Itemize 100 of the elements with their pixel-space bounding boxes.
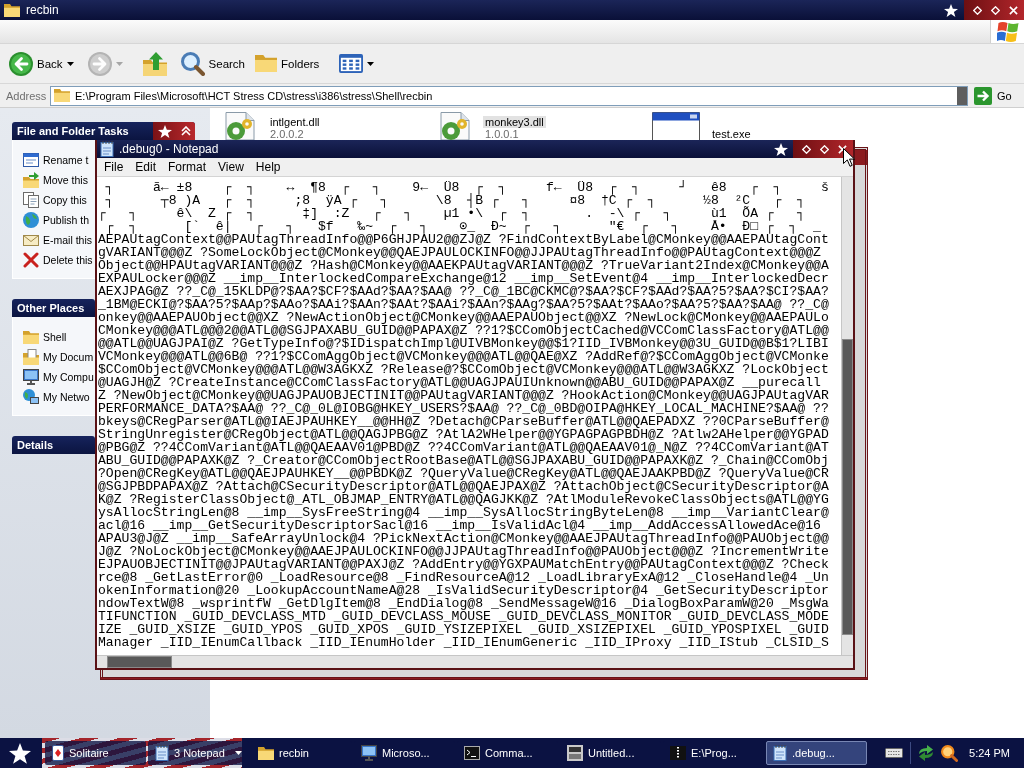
window-icon[interactable] [652, 112, 700, 140]
globe-icon [23, 212, 39, 228]
close-icon [1008, 5, 1018, 15]
window-title: .debug0 - Notepad [119, 142, 220, 156]
file-name[interactable]: test.exe [710, 128, 753, 140]
text-line: VCMonkey@@@ATL@@6B@ ??1?$CComAggObject@VCMonkey@@@ATL@@QAE@XZ ?AddRef@?$CComAggObject@VCMonke [98, 350, 829, 363]
text-line: Z ?NewObject@CMonkey@@UAGJPAUOBJECTINIT@@PAUtagVARIANT@@@Z ?HookAction@CMonkey@@UAGJPAUtagVAR [98, 389, 829, 402]
text-line: Manager _IID_IEnumCallback _IID_IEnumHolder _IID_IEnumGeneric _IID_IProxy _IID_IStub _CLSID_S [98, 636, 829, 649]
scrollbar-thumb[interactable] [842, 338, 853, 636]
notepad-icon [100, 141, 114, 157]
search-button[interactable]: Search [177, 46, 248, 81]
console-icon [464, 746, 480, 760]
text-line: ndowTextW@8 _wsprintfW _GetDlgItem@8 _EndDialog@8 _SendMessageW@16 _DialogBoxParamW@20 _MsgWa [98, 597, 829, 610]
flag-logo-icon [996, 20, 1019, 43]
notepad-icon [155, 745, 169, 761]
task-link[interactable]: Shell [23, 327, 67, 347]
gear-file-icon[interactable] [222, 112, 258, 140]
document-folder-icon [23, 349, 39, 365]
menu-item[interactable]: Edit [129, 158, 163, 176]
task-link[interactable]: My Netwo [23, 387, 90, 407]
caret-icon [367, 61, 375, 66]
text-line: gVARIANT@@@Z ?SomeLockObject@CMonkey@@QAEJPAULOCKINFO@@JJPAUtagThreadInfo@@PAUtagContext@@@Z [98, 246, 821, 259]
caret-icon [115, 61, 123, 66]
folder-icon [258, 746, 274, 760]
menu-item[interactable]: Help [249, 158, 287, 176]
text-line: @@ATL@@UAGJPAI@Z ?GetTypeInfo@?$IDispatchImpl@UIVBMonkey@@$1?IID_IVBMonkey@@3U_GUID@@B$1?LIBI [98, 337, 829, 350]
menu-item[interactable]: Format [162, 158, 213, 176]
search-icon [180, 51, 205, 76]
task-pane-header[interactable]: Other Places [12, 299, 95, 317]
task-pane-header[interactable]: Details [12, 436, 95, 454]
grid-view-icon [339, 54, 364, 73]
task-link[interactable]: Rename t [23, 150, 89, 170]
task-pane-title: Other Places [17, 302, 85, 314]
file-version: 1.0.0.1 [484, 128, 520, 140]
text-line: acl@16 __imp__GetSecurityDescriptorSacl@16 __imp__IsValidAcl@4 __imp__AddAccessAllowedAce@16 [98, 519, 821, 532]
back-button[interactable]: Back [6, 46, 77, 81]
folder-arrow-icon [23, 172, 39, 188]
taskbar-button[interactable]: Solitaire [45, 741, 146, 765]
scrollbar-thumb[interactable] [107, 656, 172, 668]
text-line: EJPAUOBJECTINIT@@JPAUtagVARIANT@@PAXJ@Z ?AddEntry@@YGXPAUMatchEntry@@PAUtagContext@@@Z ?Check [98, 558, 829, 571]
text-line: APAU3@J@Z __imp__SafeArrayUnlock@4 ?PickNextAction@CMonkey@@AAEJPAUtagThreadInfo@@PAUObject@@ [98, 532, 829, 545]
clock: 5:24 PM [969, 747, 1010, 759]
text-line: $CComObject@VCMonkey@@@ATL@@W3AGKXZ ?Release@?$CComObject@VCMonkey@@@ATL@@W3AGKXZ ?LockObject [98, 363, 829, 376]
monitor-icon [23, 369, 39, 385]
task-link[interactable]: My Docum [23, 347, 94, 367]
taskbar-button[interactable]: .debug... [766, 741, 867, 765]
magnifier-icon [941, 744, 959, 762]
go-button[interactable]: Go [972, 85, 1018, 106]
text-line: TIFUNCTION _GUID_DEVCLASS_MTD _GUID_DEVCLASS_MOUSE _GUID_DEVCLASS_MONITOR _GUID_DEVCLASS_MODE [98, 610, 829, 623]
gear-file-icon[interactable] [437, 112, 473, 140]
folders-button[interactable]: Folders [252, 46, 323, 81]
text-line: ┌ ┐ [` ê| ┌ ┐ $f ‰~ ┌ ┐ ⊙_ Ð~ ┌ ┐ "€ ┌ ┐ Å• Ð□ ┌ ┐ _ [105, 220, 821, 233]
caret-icon [235, 751, 242, 755]
arrows-icon [918, 745, 935, 761]
text-line: ?Open@CRegKey@ATL@@QAEJPAUHKEY__@@PBDK@Z ?QueryValue@CRegKey@ATL@@QAEJAAKPBD@Z ?QueryValue@CR [98, 467, 829, 480]
text-line: AEXJPAG@Z ??_C@_15KLDP@?$AA?$CF?$AAd?$AA?$AA@ ??_C@_1BC@CKMC@?$AA?$CF?$AAd?$AA?5?$AA?$CI?$AA? [98, 285, 829, 298]
task-link[interactable]: Move this [23, 170, 88, 190]
task-pane-header[interactable]: File and Folder Tasks [12, 122, 195, 140]
task-link[interactable]: Copy this [23, 190, 87, 210]
text-line: ┐ ã← ±8 ┌ ┐ ↔ ¶8 ┌ ┐ 9← Ü8 ┌ ┐ f← Ü8 ┌ ┐ ┘ ê8 ┌ ┐ š [104, 181, 829, 194]
horizontal-scrollbar[interactable] [97, 655, 853, 668]
archive-icon [670, 746, 686, 760]
text-line: K@Z ?RegisterClassObject@_ATL_OBJMAP_ENTRY@ATL@@QAGJKK@Z ?AtlModuleRevokeClassObjects@ATL@@YG [98, 493, 829, 506]
text-line: _1BM@ECKI@?$AA?5?$AAp?$AAo?$AAi?$AAn?$AAt?$AAi?$AAn?$AAg?$AA?5?$AAt?$AAo?$AA?5?$AA?$AA@ ??_C@ [98, 298, 829, 311]
folder-icon [54, 89, 70, 102]
menu-item[interactable]: View [212, 158, 250, 176]
text-line: @PBG@Z ??4CComVariant@ATL@@QAEAAV01@PBD@Z ??4CComVariant@ATL@@QAEAAV01@_N@Z ??4CComVariant@AT [98, 441, 829, 454]
task-pane-title: File and Folder Tasks [17, 125, 129, 137]
task-link[interactable]: My Compu [23, 367, 94, 387]
address-label: Address [6, 89, 46, 102]
right-arrow-icon [974, 86, 992, 105]
app-icon [567, 745, 583, 761]
playing-card-icon [52, 745, 64, 761]
vertical-scrollbar[interactable] [841, 177, 853, 655]
text-line: ┌ ┐ ê\ Z ┌ ┐ ‡] :Z ┌ ┐ µ1 •\ ┌ ┐ . -\ ┌ ┐ ù1 ÕA ┌ ┐ [98, 207, 806, 220]
file-name[interactable]: intlgent.dll [268, 116, 322, 128]
star-icon [157, 124, 172, 138]
task-link[interactable]: Delete this [23, 250, 93, 270]
menu-item[interactable]: File [98, 158, 130, 176]
text-line: Object@@HPAUtagVARIANT@@@Z ?Hash@CMonkey@@AAEKPAUtagVARIANT@@@Z ?TrueVariant2Index@CMonkey@@A [98, 259, 829, 272]
text-line: EXPAULocker@@@Z __imp__InterlockedCompareExchange@12 __imp__SetEvent@4 __imp__InterlockedDecr [98, 272, 829, 285]
folder-icon [4, 3, 20, 17]
text-line: PERFORMANCE_DATA?$AA@ ??_C@_0L@IOBG@HKEY_USERS?$AA@ ??_C@_0BD@OIPA@HKEY_LOCAL_MACHINE?$AA@ ?? [98, 402, 829, 415]
text-line: onkey@@AAEPAUObject@@XZ ?NewActionObject@CMonkey@@AAEPAUObject@@XZ ?NewLock@CMonkey@@AAEPAULo [98, 311, 829, 324]
star-icon [774, 142, 788, 156]
file-name[interactable]: monkey3.dll [483, 116, 546, 128]
task-link[interactable]: E-mail this [23, 230, 92, 250]
text-line: ABU_GUID@@PAPAXK@Z ?_Creator@CComObjectRootBase@ATL@@SGJPAXABU_GUID@@PAPAXK@Z ?_Chain@CComObj [98, 454, 829, 467]
star-icon [944, 3, 958, 17]
window-title: recbin [26, 3, 60, 17]
task-link[interactable]: Publish th [23, 210, 90, 230]
task-pane-title: Details [17, 439, 54, 451]
address-field[interactable]: E:\Program Files\Microsoft\HCT Stress CD\stress\i386\stress\Shell\recbin [50, 85, 968, 106]
text-line: rce@8 _GetLastError@0 _LoadResource@8 _FindResourceA@12 _LoadLibraryExA@12 _CloseHandle@4 _Un [98, 571, 829, 584]
right-arrow-circle-icon [87, 51, 112, 76]
text-line: CMonkey@@@ATL@@@2@@ATL@@SGJPAXABU_GUID@@PAPAX@Z ??1?$CComObjectCached@VCComClassFactory@ATL@@ [98, 324, 829, 337]
text-line: StringUnregister@CRegObject@ATL@@QAGJPBG@Z ?AtlA2WHelper@@YGPAGPAGPBDH@Z ?Atlw2AHelper@@YGPAD [98, 428, 829, 441]
double-chevron-up-icon[interactable] [180, 126, 191, 136]
folder-icon [255, 55, 277, 72]
envelope-icon [23, 234, 39, 246]
